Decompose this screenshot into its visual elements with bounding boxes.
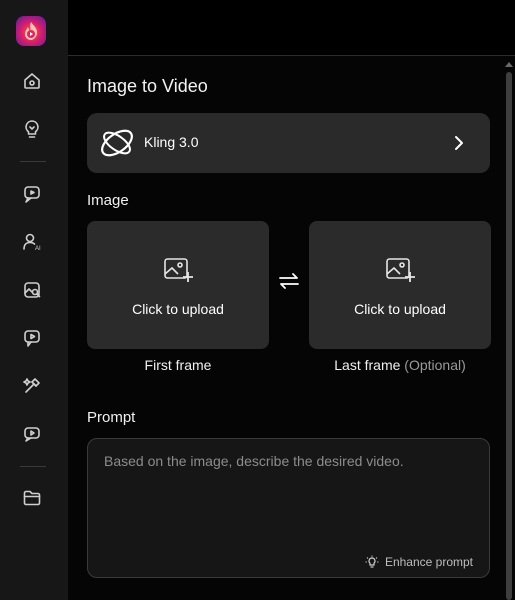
last-frame-caption: Last frame (Optional): [309, 357, 491, 373]
top-bar: [68, 0, 515, 56]
first-frame-caption: First frame: [144, 357, 212, 373]
image-add-icon: [386, 258, 415, 282]
optional-note: (Optional): [404, 357, 466, 373]
lightbulb-icon[interactable]: [21, 118, 43, 140]
last-frame-upload[interactable]: Click to upload: [309, 221, 491, 349]
image-search-icon[interactable]: [21, 279, 43, 301]
kling-logo-icon: [101, 129, 133, 157]
first-frame-upload[interactable]: Click to upload: [87, 221, 269, 349]
app-window: AI Image to Video Kling 3.0 Image Click …: [0, 0, 515, 600]
prompt-input[interactable]: [104, 453, 474, 543]
prompt-box: Enhance prompt: [87, 438, 490, 578]
video-chat-icon[interactable]: [21, 183, 43, 205]
image-section-label: Image: [87, 192, 129, 209]
home-icon[interactable]: [21, 70, 43, 92]
lightbulb-sparkle-icon: [365, 555, 379, 568]
swap-icon[interactable]: [277, 271, 301, 291]
enhance-prompt-button[interactable]: Enhance prompt: [365, 553, 473, 571]
flame-play-icon: [25, 22, 38, 40]
svg-text:AI: AI: [35, 246, 41, 252]
panel-title: Image to Video: [87, 76, 208, 96]
ai-avatar-icon[interactable]: AI: [21, 231, 43, 253]
image-to-video-panel: Image to Video Kling 3.0 Image Click to …: [68, 56, 515, 600]
prompt-label: Prompt: [87, 409, 136, 426]
image-add-icon: [164, 258, 193, 282]
model-selector[interactable]: Kling 3.0: [87, 113, 490, 173]
sidebar: AI: [0, 0, 68, 600]
model-name: Kling 3.0: [144, 134, 199, 150]
app-logo[interactable]: [16, 16, 46, 46]
sidebar-divider: [20, 161, 46, 162]
folder-icon[interactable]: [21, 487, 43, 509]
upload-text: Click to upload: [354, 301, 446, 317]
sidebar-divider: [20, 466, 46, 467]
video-history-icon[interactable]: [21, 423, 43, 445]
video-play-icon[interactable]: [21, 327, 43, 349]
scroll-up-arrow-icon[interactable]: [505, 62, 513, 67]
chevron-right-icon: [455, 136, 463, 150]
enhance-label: Enhance prompt: [384, 555, 473, 569]
scroll-thumb[interactable]: [506, 72, 512, 600]
magic-brush-icon[interactable]: [21, 375, 43, 397]
scrollbar[interactable]: [503, 56, 515, 600]
last-frame-label: Last frame: [334, 357, 401, 373]
upload-text: Click to upload: [132, 301, 224, 317]
